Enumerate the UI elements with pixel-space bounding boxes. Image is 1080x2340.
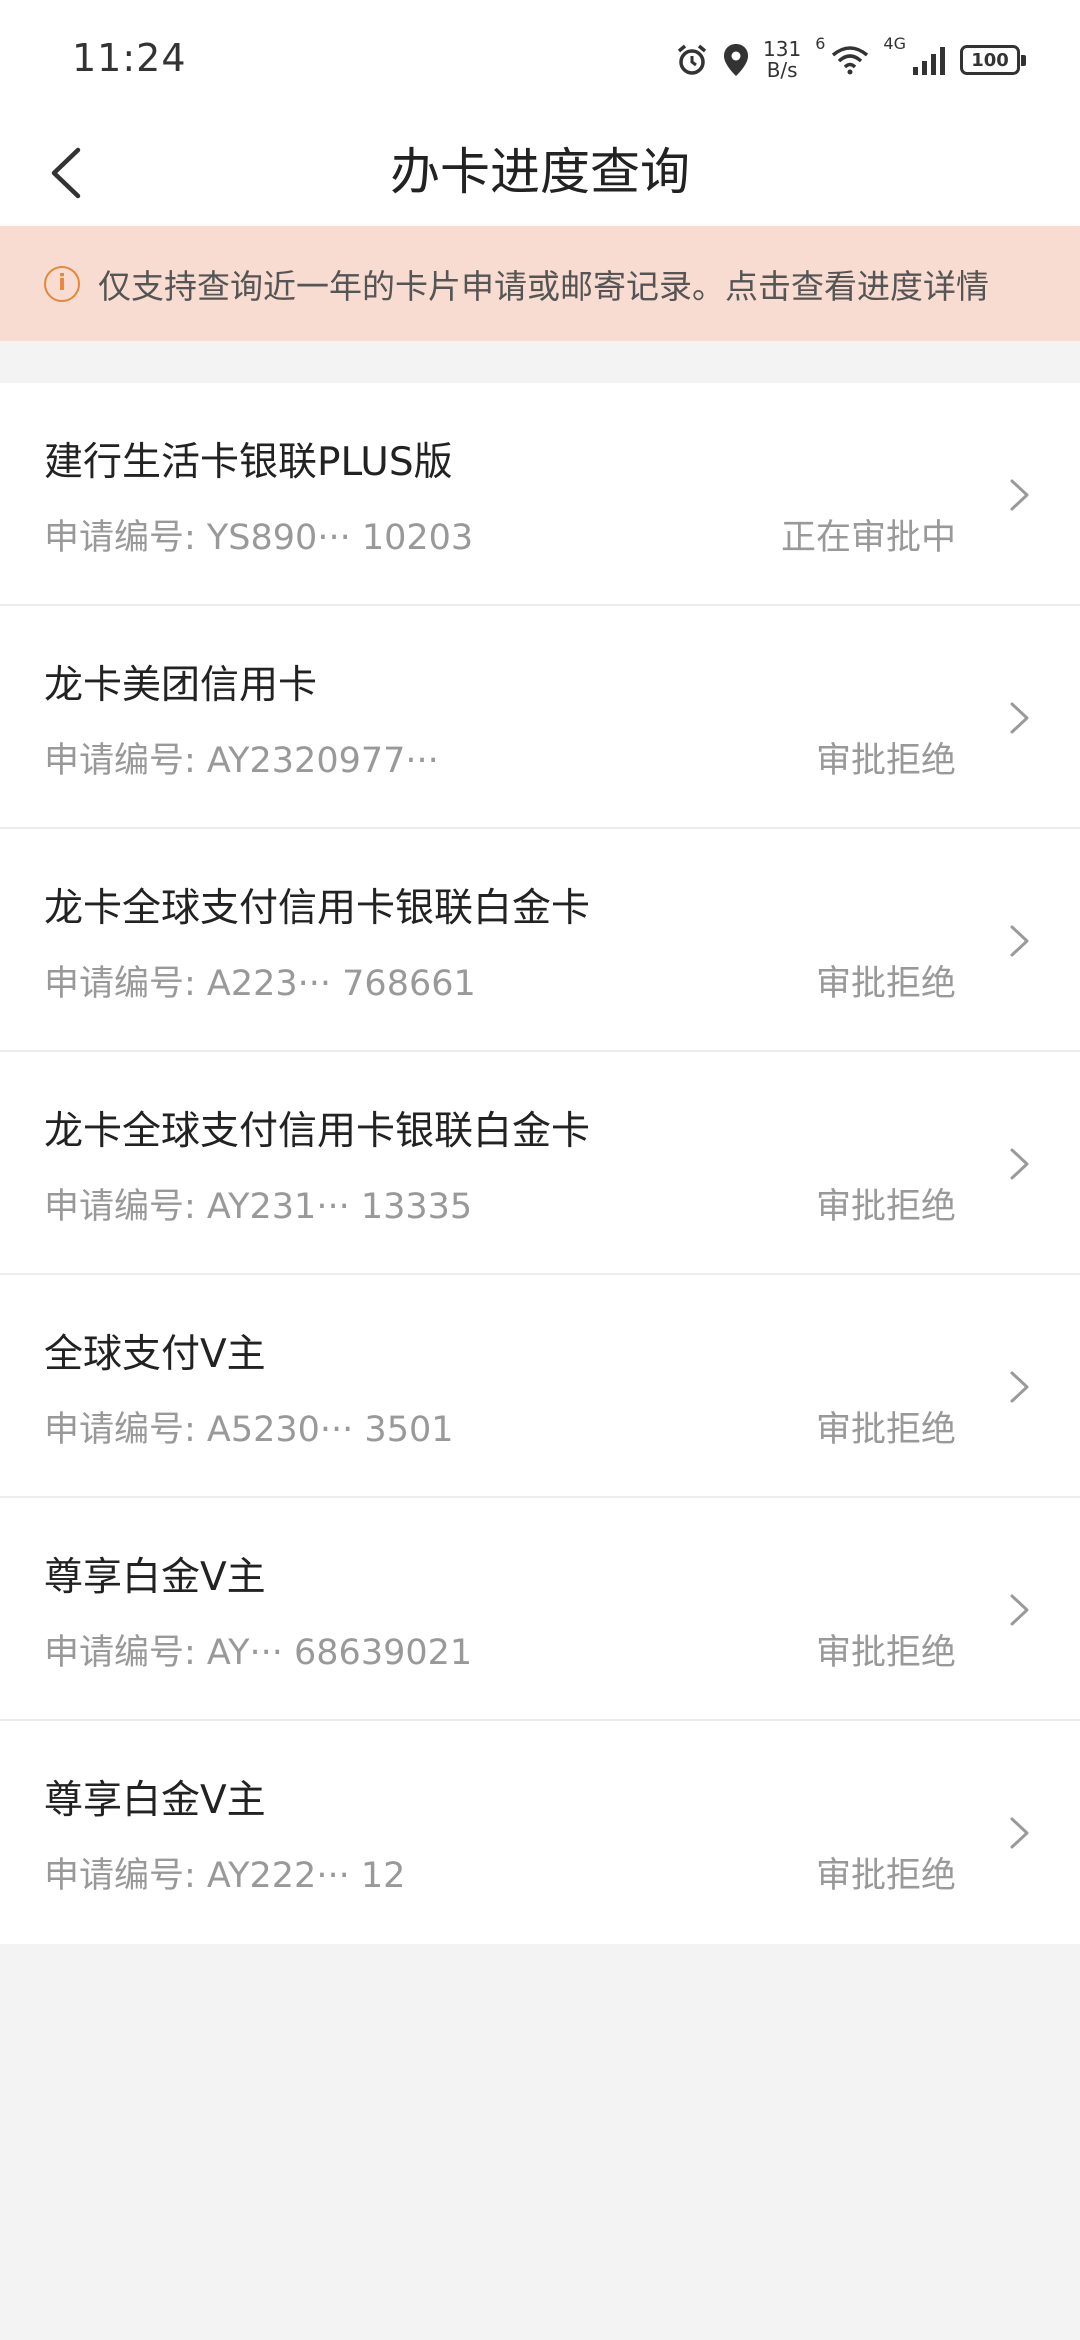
- application-number: 申请编号: YS890··· 10203: [44, 518, 474, 558]
- chevron-right-icon: [1010, 1817, 1029, 1849]
- page-title: 办卡进度查询: [390, 143, 690, 201]
- card-name: 龙卡全球支付信用卡银联白金卡: [44, 1109, 591, 1154]
- wifi-icon: [832, 46, 869, 75]
- card-name: 龙卡美团信用卡: [44, 663, 318, 708]
- application-item[interactable]: 龙卡美团信用卡 申请编号: AY2320977··· 审批拒绝: [0, 606, 1080, 829]
- application-number: 申请编号: AY222··· 12: [44, 1856, 406, 1896]
- application-item[interactable]: 尊享白金V主 申请编号: AY··· 68639021 审批拒绝: [0, 1498, 1080, 1721]
- chevron-right-icon: [1010, 1594, 1029, 1626]
- application-status: 审批拒绝: [815, 1410, 956, 1450]
- cellular-signal-icon: [913, 47, 945, 75]
- application-item[interactable]: 全球支付V主 申请编号: A5230··· 3501 审批拒绝: [0, 1275, 1080, 1498]
- application-item[interactable]: 尊享白金V主 申请编号: AY222··· 12 审批拒绝: [0, 1721, 1080, 1944]
- status-icons: 131 B/s 6 4G 100: [675, 34, 1026, 86]
- application-number: 申请编号: AY231··· 13335: [44, 1187, 473, 1227]
- status-bar: 11:24 131 B/s 6 4G 100: [0, 0, 1080, 120]
- application-list: 建行生活卡银联PLUS版 申请编号: YS890··· 10203 正在审批中 …: [0, 383, 1080, 1944]
- card-name: 全球支付V主: [44, 1332, 266, 1377]
- application-item[interactable]: 龙卡全球支付信用卡银联白金卡 申请编号: AY231··· 13335 审批拒绝: [0, 1052, 1080, 1275]
- chevron-right-icon: [1010, 1148, 1029, 1180]
- network-speed: 131 B/s: [763, 39, 801, 81]
- wifi-label: 6: [815, 34, 826, 53]
- card-name: 尊享白金V主: [44, 1778, 266, 1823]
- application-status: 审批拒绝: [815, 741, 956, 781]
- network-speed-value: 131: [763, 37, 802, 61]
- application-number: 申请编号: AY··· 68639021: [44, 1633, 473, 1673]
- application-number: 申请编号: AY2320977···: [44, 741, 439, 781]
- application-item[interactable]: 建行生活卡银联PLUS版 申请编号: YS890··· 10203 正在审批中: [0, 383, 1080, 606]
- card-name: 建行生活卡银联PLUS版: [44, 440, 453, 485]
- application-number: 申请编号: A223··· 768661: [44, 964, 476, 1004]
- status-time: 11:24: [72, 36, 187, 80]
- application-item[interactable]: 龙卡全球支付信用卡银联白金卡 申请编号: A223··· 768661 审批拒绝: [0, 829, 1080, 1052]
- card-name: 龙卡全球支付信用卡银联白金卡: [44, 886, 591, 931]
- card-name: 尊享白金V主: [44, 1555, 266, 1600]
- chevron-right-icon: [1010, 479, 1029, 511]
- chevron-right-icon: [1010, 1371, 1029, 1403]
- application-status: 审批拒绝: [815, 1187, 956, 1227]
- location-icon: [724, 44, 749, 76]
- battery-level: 100: [971, 49, 1009, 71]
- nav-bar: 办卡进度查询: [0, 120, 1080, 226]
- application-status: 审批拒绝: [815, 1633, 956, 1673]
- notice-text: 仅支持查询近一年的卡片申请或邮寄记录。点击查看进度详情: [98, 266, 989, 306]
- alarm-icon: [677, 44, 707, 75]
- info-icon: i: [44, 265, 80, 302]
- info-icon-glyph: i: [58, 271, 66, 296]
- application-status: 正在审批中: [780, 518, 956, 558]
- notice-banner[interactable]: i 仅支持查询近一年的卡片申请或邮寄记录。点击查看进度详情: [0, 226, 1080, 341]
- cellular-label: 4G: [883, 34, 906, 53]
- chevron-right-icon: [1010, 925, 1029, 957]
- battery-icon: 100: [960, 45, 1026, 75]
- application-status: 审批拒绝: [815, 964, 956, 1004]
- network-speed-unit: B/s: [766, 58, 798, 82]
- application-number: 申请编号: A5230··· 3501: [44, 1410, 454, 1450]
- chevron-right-icon: [1010, 702, 1029, 734]
- application-status: 审批拒绝: [815, 1856, 956, 1896]
